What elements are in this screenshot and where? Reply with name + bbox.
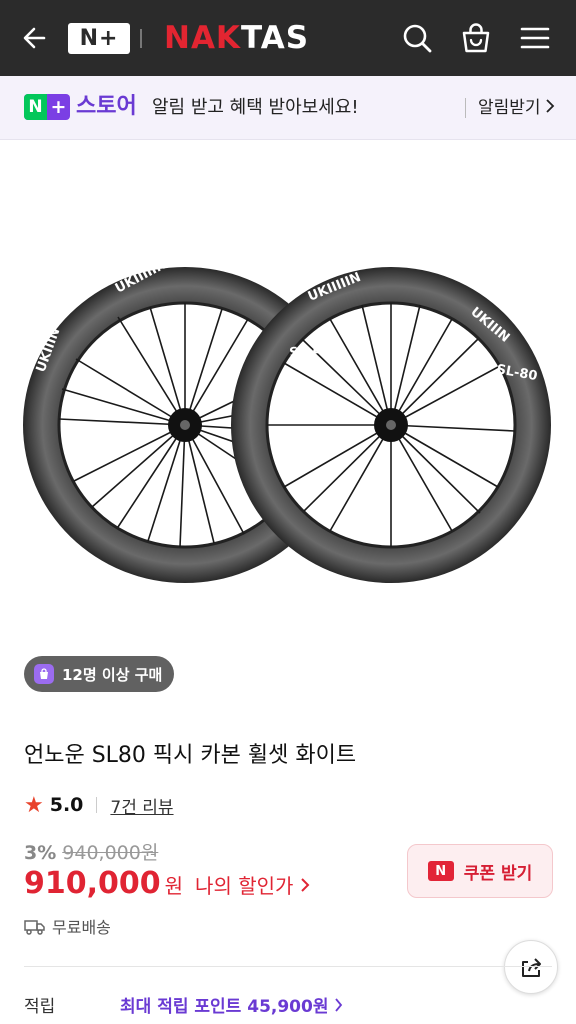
sale-price: 910,000 bbox=[24, 866, 161, 901]
rating-row: ★ 5.0 7건 리뷰 bbox=[24, 791, 174, 819]
rating-score: 5.0 bbox=[49, 794, 84, 816]
header-divider bbox=[140, 29, 142, 48]
points-label: 적립 bbox=[24, 997, 56, 1017]
front-wheel: UKIIIIIN UKIIIN SL-80 SL-80 bbox=[231, 267, 551, 583]
max-points-link[interactable]: 최대 적립 포인트 45,900원 bbox=[120, 992, 343, 1017]
naver-plus-logo[interactable]: N+ bbox=[68, 23, 130, 54]
price-unit: 원 bbox=[164, 874, 184, 898]
price-row: 910,000 원 나의 할인가 bbox=[24, 866, 310, 901]
notification-subscribe-button[interactable]: 알림받기 bbox=[478, 95, 555, 121]
chevron-right-icon bbox=[301, 878, 310, 892]
shopping-bag-icon bbox=[34, 664, 54, 684]
purchase-count-badge: 12명 이상 구매 bbox=[24, 656, 175, 692]
product-image[interactable]: UKIIIIIN UKIIIN UKIIIIIN UKIIIN SL-80 SL… bbox=[0, 141, 576, 696]
original-price: 940,000원 bbox=[62, 842, 159, 864]
shipping-info: 무료배송 bbox=[24, 914, 111, 938]
notification-message: 알림 받고 혜택 받아보세요! bbox=[152, 97, 359, 118]
chevron-right-icon bbox=[545, 99, 554, 113]
banner-divider bbox=[465, 98, 466, 118]
section-divider bbox=[24, 966, 552, 967]
star-icon: ★ bbox=[24, 792, 44, 818]
naver-coupon-icon: N bbox=[427, 861, 454, 881]
naver-plus-store-badge: N + bbox=[24, 94, 70, 120]
product-title: 언노운 SL80 픽시 카본 휠셋 화이트 bbox=[24, 743, 357, 768]
top-header: N+ NAKTAS bbox=[0, 0, 576, 76]
truck-icon bbox=[24, 920, 45, 935]
brand-red-text: NAK bbox=[164, 20, 241, 56]
discount-percent: 3% bbox=[24, 842, 57, 864]
store-label[interactable]: 스토어 bbox=[76, 93, 137, 121]
chevron-right-icon bbox=[335, 998, 343, 1012]
back-arrow-icon[interactable] bbox=[18, 20, 54, 56]
rating-divider bbox=[96, 797, 98, 813]
share-button[interactable] bbox=[504, 940, 558, 994]
shopping-bag-icon[interactable] bbox=[458, 20, 494, 56]
brand-logo[interactable]: NAKTAS bbox=[164, 17, 309, 59]
wheelset-illustration: UKIIIIIN UKIIIN UKIIIIIN UKIIIN SL-80 SL… bbox=[23, 257, 551, 583]
points-row: 적립 최대 적립 포인트 45,900원 bbox=[24, 990, 552, 1020]
coupon-button[interactable]: N 쿠폰 받기 bbox=[407, 844, 553, 898]
menu-icon[interactable] bbox=[517, 20, 553, 56]
my-discount-link[interactable]: 나의 할인가 bbox=[195, 870, 310, 899]
review-count-link[interactable]: 7건 리뷰 bbox=[110, 793, 173, 818]
store-notification-banner: N + 스토어 알림 받고 혜택 받아보세요! 알림받기 bbox=[0, 76, 576, 140]
discount-row: 3% 940,000원 bbox=[24, 838, 158, 865]
search-icon[interactable] bbox=[399, 20, 435, 56]
brand-white-text: TAS bbox=[240, 20, 310, 56]
share-icon bbox=[522, 958, 541, 977]
